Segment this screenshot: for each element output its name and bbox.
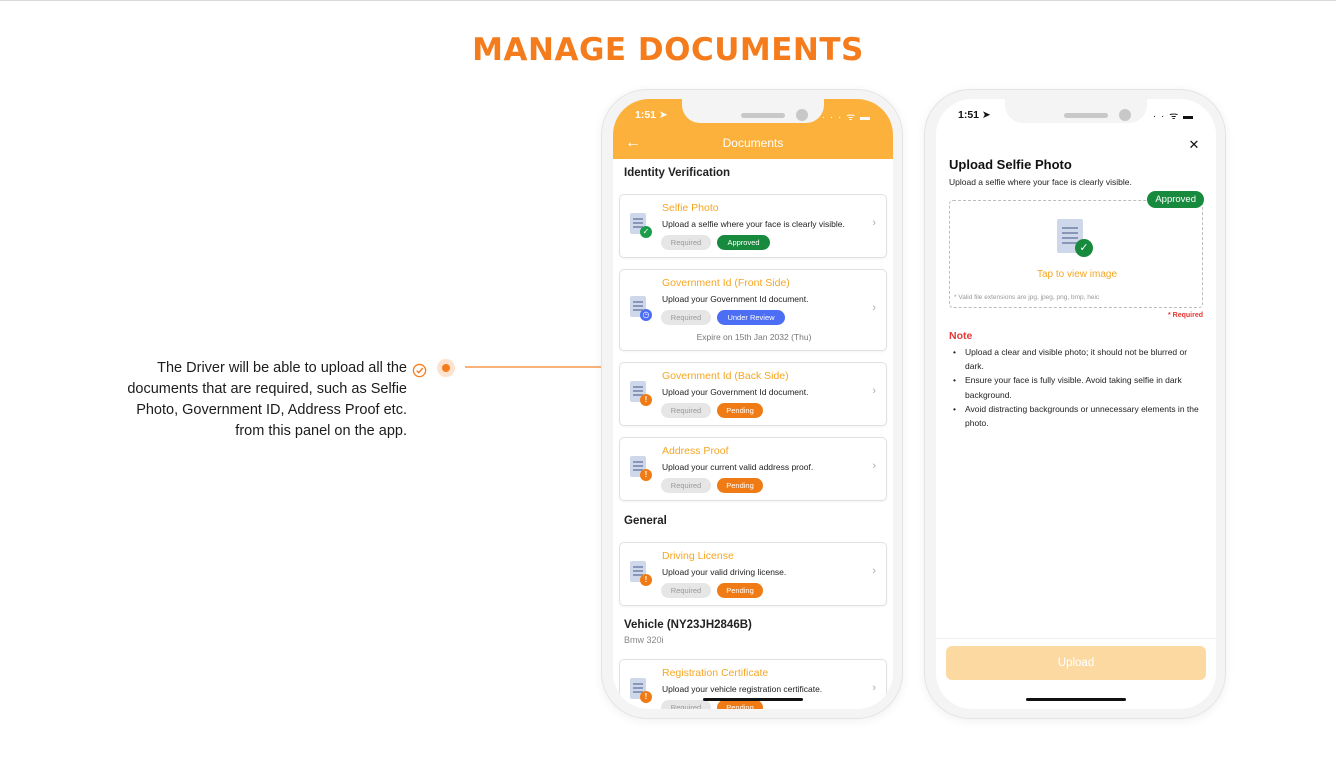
document-icon: ! bbox=[630, 456, 652, 482]
document-description: Upload your current valid address proof. bbox=[662, 462, 814, 472]
document-title: Address Proof bbox=[662, 445, 729, 457]
section-general: General bbox=[624, 515, 667, 527]
document-icon: ◷ bbox=[630, 296, 652, 322]
document-title: Selfie Photo bbox=[662, 202, 719, 214]
phone-documents-list: 1:51 ➤ · · · ᯤ ▬ ← Documents Identity Ve… bbox=[601, 89, 903, 719]
speaker bbox=[741, 113, 785, 118]
status-badge: Pending bbox=[717, 583, 763, 598]
section-vehicle: Vehicle (NY23JH2846B) bbox=[624, 619, 752, 631]
document-card-address-proof[interactable]: ! Address Proof Upload your current vali… bbox=[619, 437, 887, 501]
feature-description: The Driver will be able to upload all th… bbox=[100, 358, 407, 442]
required-note: * Required bbox=[1167, 312, 1203, 319]
chevron-right-icon: › bbox=[872, 385, 876, 397]
document-title: Registration Certificate bbox=[662, 667, 769, 679]
required-tag: Required bbox=[661, 700, 711, 709]
chevron-right-icon: › bbox=[872, 565, 876, 577]
document-icon: ! bbox=[630, 678, 652, 704]
document-card-registration-certificate[interactable]: ! Registration Certificate Upload your v… bbox=[619, 659, 887, 709]
check-circle-icon bbox=[412, 363, 427, 378]
status-icons: · · · ᯤ ▬ bbox=[821, 112, 871, 123]
document-icon: ! bbox=[630, 561, 652, 587]
document-description: Upload your vehicle registration certifi… bbox=[662, 684, 823, 694]
image-upload-area[interactable]: Approved ✓ Tap to view image * Valid fil… bbox=[949, 191, 1204, 308]
status-badge: Under Review bbox=[717, 310, 785, 325]
document-card-selfie[interactable]: ✓ Selfie Photo Upload a selfie where you… bbox=[619, 194, 887, 258]
pointer-line bbox=[465, 366, 605, 368]
upload-button[interactable]: Upload bbox=[946, 646, 1206, 680]
top-divider bbox=[0, 0, 1336, 1]
document-icon: ✓ bbox=[630, 213, 652, 239]
phone-upload-selfie: 1:51 ➤ · · ᯤ ▬ ✕ Upload Selfie Photo Upl… bbox=[924, 89, 1226, 719]
pointer-dot bbox=[437, 359, 455, 377]
document-title: Government Id (Front Side) bbox=[662, 277, 790, 289]
phone-screen: 1:51 ➤ · · ᯤ ▬ ✕ Upload Selfie Photo Upl… bbox=[936, 99, 1216, 709]
camera bbox=[796, 109, 808, 121]
note-item: Ensure your face is fully visible. Avoid… bbox=[949, 373, 1203, 401]
note-title: Note bbox=[949, 330, 973, 342]
note-item: Avoid distracting backgrounds or unneces… bbox=[949, 402, 1203, 430]
chevron-right-icon: › bbox=[872, 682, 876, 694]
section-identity-verification: Identity Verification bbox=[624, 167, 731, 179]
status-badge: Approved bbox=[1147, 191, 1204, 208]
note-list: Upload a clear and visible photo; it sho… bbox=[949, 345, 1203, 430]
document-card-government-id-back[interactable]: ! Government Id (Back Side) Upload your … bbox=[619, 362, 887, 426]
chevron-right-icon: › bbox=[872, 460, 876, 472]
description-line: from this panel on the app. bbox=[235, 423, 407, 439]
chevron-right-icon: › bbox=[872, 217, 876, 229]
document-card-government-id-front[interactable]: ◷ Government Id (Front Side) Upload your… bbox=[619, 269, 887, 351]
header-title: Documents bbox=[722, 136, 784, 150]
document-title: Government Id (Back Side) bbox=[662, 370, 789, 382]
description-line: documents that are required, such as Sel… bbox=[127, 381, 407, 397]
camera bbox=[1119, 109, 1131, 121]
status-badge: Approved bbox=[717, 235, 770, 250]
document-description: Upload your Government Id document. bbox=[662, 387, 809, 397]
close-icon[interactable]: ✕ bbox=[1184, 135, 1204, 155]
status-badge: Pending bbox=[717, 478, 763, 493]
upload-title: Upload Selfie Photo bbox=[949, 157, 1072, 172]
tap-to-view-link[interactable]: Tap to view image bbox=[950, 269, 1204, 280]
page-title: MANAGE DOCUMENTS bbox=[472, 32, 864, 68]
phone-screen: 1:51 ➤ · · · ᯤ ▬ ← Documents Identity Ve… bbox=[613, 99, 893, 709]
status-badge: Pending bbox=[717, 403, 763, 418]
required-tag: Required bbox=[661, 583, 711, 598]
required-tag: Required bbox=[661, 403, 711, 418]
document-title: Driving License bbox=[662, 550, 734, 562]
status-time: 1:51 ➤ bbox=[635, 109, 668, 121]
status-icons: · · ᯤ ▬ bbox=[1152, 111, 1194, 122]
expire-date: Expire on 15th Jan 2032 (Thu) bbox=[696, 332, 812, 342]
document-icon: ! bbox=[630, 381, 652, 407]
document-card-driving-license[interactable]: ! Driving License Upload your valid driv… bbox=[619, 542, 887, 606]
description-line: Photo, Government ID, Address Proof etc. bbox=[136, 402, 407, 418]
required-tag: Required bbox=[661, 310, 711, 325]
note-item: Upload a clear and visible photo; it sho… bbox=[949, 345, 1203, 373]
required-tag: Required bbox=[661, 478, 711, 493]
document-approved-icon: ✓ bbox=[1057, 219, 1093, 259]
home-indicator bbox=[1026, 698, 1126, 701]
required-tag: Required bbox=[661, 235, 711, 250]
document-description: Upload your valid driving license. bbox=[662, 567, 787, 577]
footer-divider bbox=[936, 638, 1216, 639]
status-time: 1:51 ➤ bbox=[958, 109, 991, 121]
description-line: The Driver will be able to upload all th… bbox=[157, 360, 407, 376]
upload-subtitle: Upload a selfie where your face is clear… bbox=[949, 177, 1132, 187]
status-badge: Pending bbox=[717, 700, 763, 709]
vehicle-model: Bmw 320i bbox=[624, 635, 664, 645]
home-indicator bbox=[703, 698, 803, 701]
documents-list[interactable]: Identity Verification ✓ Selfie Photo Upl… bbox=[613, 159, 893, 709]
document-description: Upload your Government Id document. bbox=[662, 294, 809, 304]
chevron-right-icon: › bbox=[872, 302, 876, 314]
speaker bbox=[1064, 113, 1108, 118]
document-description: Upload a selfie where your face is clear… bbox=[662, 219, 845, 229]
valid-extensions-hint: * Valid file extensions are jpg, jpeg, p… bbox=[954, 294, 1100, 301]
